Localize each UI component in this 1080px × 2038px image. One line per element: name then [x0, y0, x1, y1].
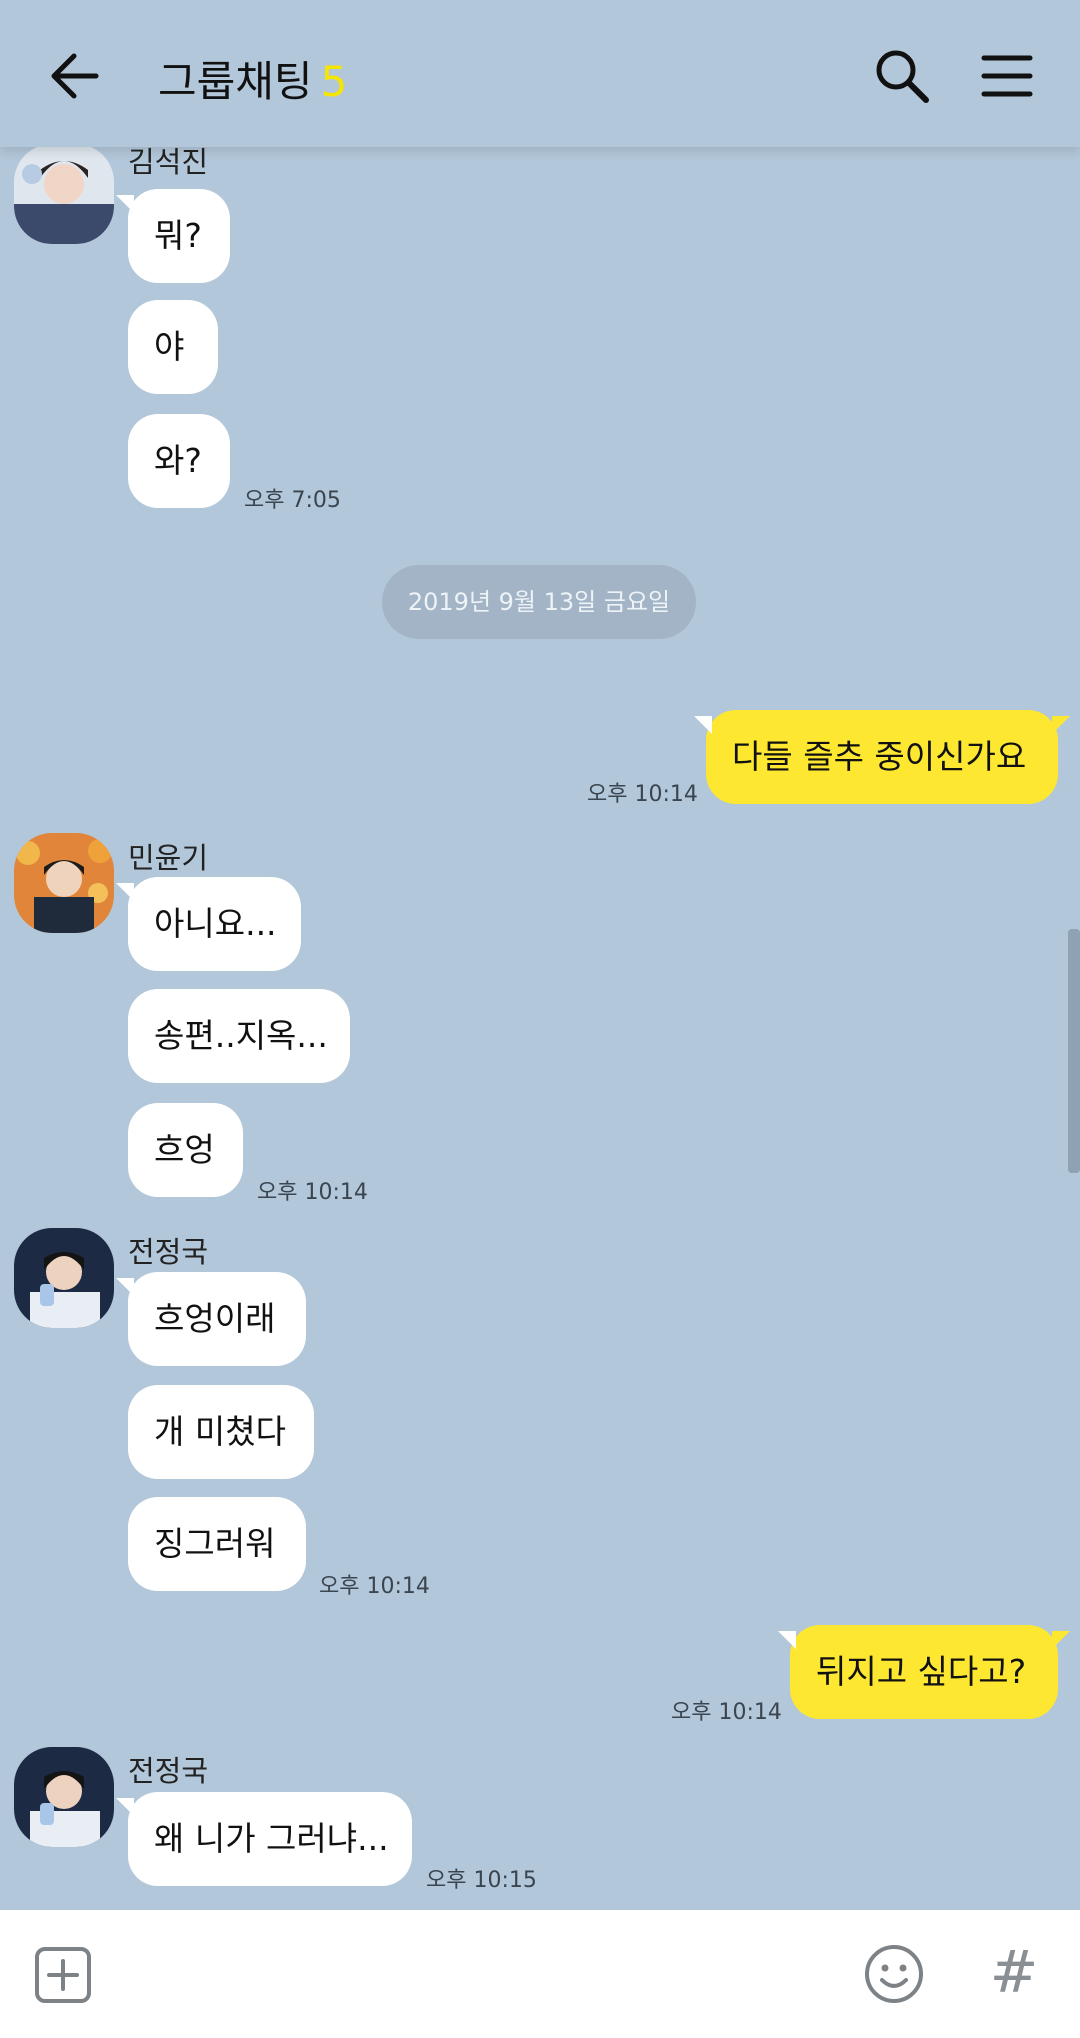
profile-photo-icon [14, 1228, 114, 1328]
my-message-bubble[interactable]: 다들 즐추 중이신가요 [694, 710, 1070, 804]
arrow-left-icon [51, 53, 99, 99]
avatar-jeon-jungkook[interactable] [14, 1228, 114, 1328]
chat-header: 그룹채팅 5 [0, 0, 1080, 147]
emoji-button[interactable] [862, 1942, 926, 2006]
emoji-smile-icon [865, 1945, 923, 2003]
chat-title: 그룹채팅 5 [158, 48, 347, 109]
avatar-kim-seokjin[interactable] [14, 147, 114, 244]
message-time: 오후 7:05 [244, 488, 341, 513]
chat-title-text: 그룹채팅 [158, 57, 313, 106]
sender-name: 전정국 [128, 1754, 209, 1788]
profile-photo-icon [14, 1747, 114, 1847]
message-input[interactable] [120, 1940, 844, 2010]
message-time: 오후 10:14 [587, 782, 698, 807]
message-bubble[interactable]: 흐엉이래 [116, 1272, 306, 1366]
hamburger-menu-icon [981, 55, 1033, 97]
chat-message-list[interactable]: 김석진 뭐? 야 와? 오후 7:05 2019년 9월 13일 금요일 오후 … [0, 147, 1080, 1910]
scrollbar[interactable] [1068, 929, 1080, 1173]
message-bubble[interactable]: 야 [128, 300, 218, 394]
message-time: 오후 10:15 [426, 1868, 537, 1893]
member-count: 5 [320, 57, 348, 106]
message-time: 오후 10:14 [319, 1574, 430, 1599]
attach-button[interactable] [34, 1946, 92, 2004]
back-button[interactable] [44, 44, 108, 108]
message-time: 오후 10:14 [257, 1180, 368, 1205]
message-bubble[interactable]: 송편..지옥... [128, 989, 350, 1083]
message-bubble[interactable]: 징그러워 [128, 1497, 306, 1591]
profile-photo-icon [14, 147, 114, 244]
search-button[interactable] [868, 42, 936, 110]
plus-square-icon [35, 1947, 91, 2003]
message-time: 오후 10:14 [671, 1700, 782, 1725]
search-icon [876, 50, 929, 103]
message-input-bar: # [0, 1910, 1080, 2038]
date-divider: 2019년 9월 13일 금요일 [382, 565, 696, 639]
sender-name: 김석진 [128, 147, 209, 179]
message-bubble[interactable]: 흐엉 [128, 1103, 243, 1197]
message-bubble[interactable]: 개 미쳤다 [128, 1385, 314, 1479]
message-bubble[interactable]: 뭐? [116, 189, 230, 283]
avatar-min-yoongi[interactable] [14, 833, 114, 933]
message-bubble[interactable]: 아니요... [116, 877, 301, 971]
message-bubble[interactable]: 왜 니가 그러냐... [116, 1792, 412, 1886]
sender-name: 민윤기 [128, 841, 209, 875]
message-bubble[interactable]: 와? [128, 414, 230, 508]
sender-name: 전정국 [128, 1235, 209, 1269]
hashtag-button[interactable]: # [984, 1938, 1044, 2006]
my-message-bubble[interactable]: 뒤지고 싶다고? [778, 1625, 1070, 1719]
profile-photo-icon [14, 833, 114, 933]
avatar-jeon-jungkook[interactable] [14, 1747, 114, 1847]
menu-button[interactable] [972, 42, 1040, 110]
